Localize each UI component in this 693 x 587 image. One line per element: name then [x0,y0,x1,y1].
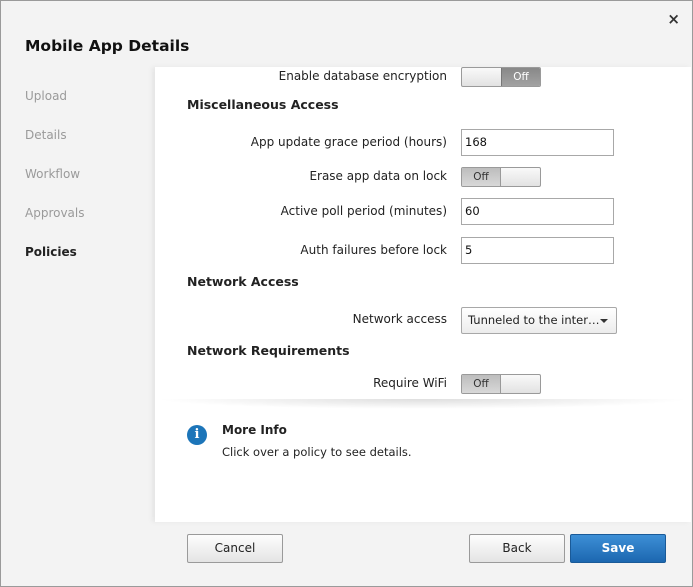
more-info-text: Click over a policy to see details. [222,445,412,459]
erase-data-label: Erase app data on lock [309,169,447,183]
toggle-state: Off [462,168,501,186]
poll-period-input[interactable]: 60 [461,198,614,225]
mobile-app-details-dialog: × Mobile App Details Upload Details Work… [0,0,693,587]
dialog-title: Mobile App Details [25,37,190,55]
wizard-sidebar: Upload Details Workflow Approvals Polici… [1,67,155,367]
back-button[interactable]: Back [469,534,565,563]
cancel-button[interactable]: Cancel [187,534,283,563]
divider [155,399,691,409]
sidebar-item-policies[interactable]: Policies [25,245,77,259]
policies-panel: Enable database encryption Off Miscellan… [155,67,691,522]
network-access-label: Network access [352,312,447,326]
toggle-state: Off [501,68,540,86]
more-info-title: More Info [222,423,287,437]
auth-failures-label: Auth failures before lock [300,243,447,257]
grace-period-label: App update grace period (hours) [250,135,447,149]
section-misc-access: Miscellaneous Access [187,97,339,112]
poll-period-label: Active poll period (minutes) [280,204,447,218]
sidebar-item-upload[interactable]: Upload [25,89,67,103]
network-access-select[interactable]: Tunneled to the inter… [461,307,617,334]
database-encryption-toggle[interactable]: Off [461,67,541,87]
info-icon: i [187,425,207,445]
sidebar-item-approvals[interactable]: Approvals [25,206,85,220]
database-encryption-label: Enable database encryption [278,69,447,83]
save-button[interactable]: Save [570,534,666,563]
network-access-value: Tunneled to the inter… [468,313,600,327]
sidebar-item-workflow[interactable]: Workflow [25,167,80,181]
grace-period-input[interactable]: 168 [461,129,614,156]
chevron-down-icon [600,319,608,323]
close-icon[interactable]: × [667,11,680,27]
auth-failures-input[interactable]: 5 [461,237,614,264]
require-wifi-label: Require WiFi [373,376,447,390]
section-network-requirements: Network Requirements [187,343,350,358]
section-network-access: Network Access [187,274,299,289]
toggle-state: Off [462,375,501,393]
sidebar-item-details[interactable]: Details [25,128,67,142]
erase-data-toggle[interactable]: Off [461,167,541,187]
require-wifi-toggle[interactable]: Off [461,374,541,394]
